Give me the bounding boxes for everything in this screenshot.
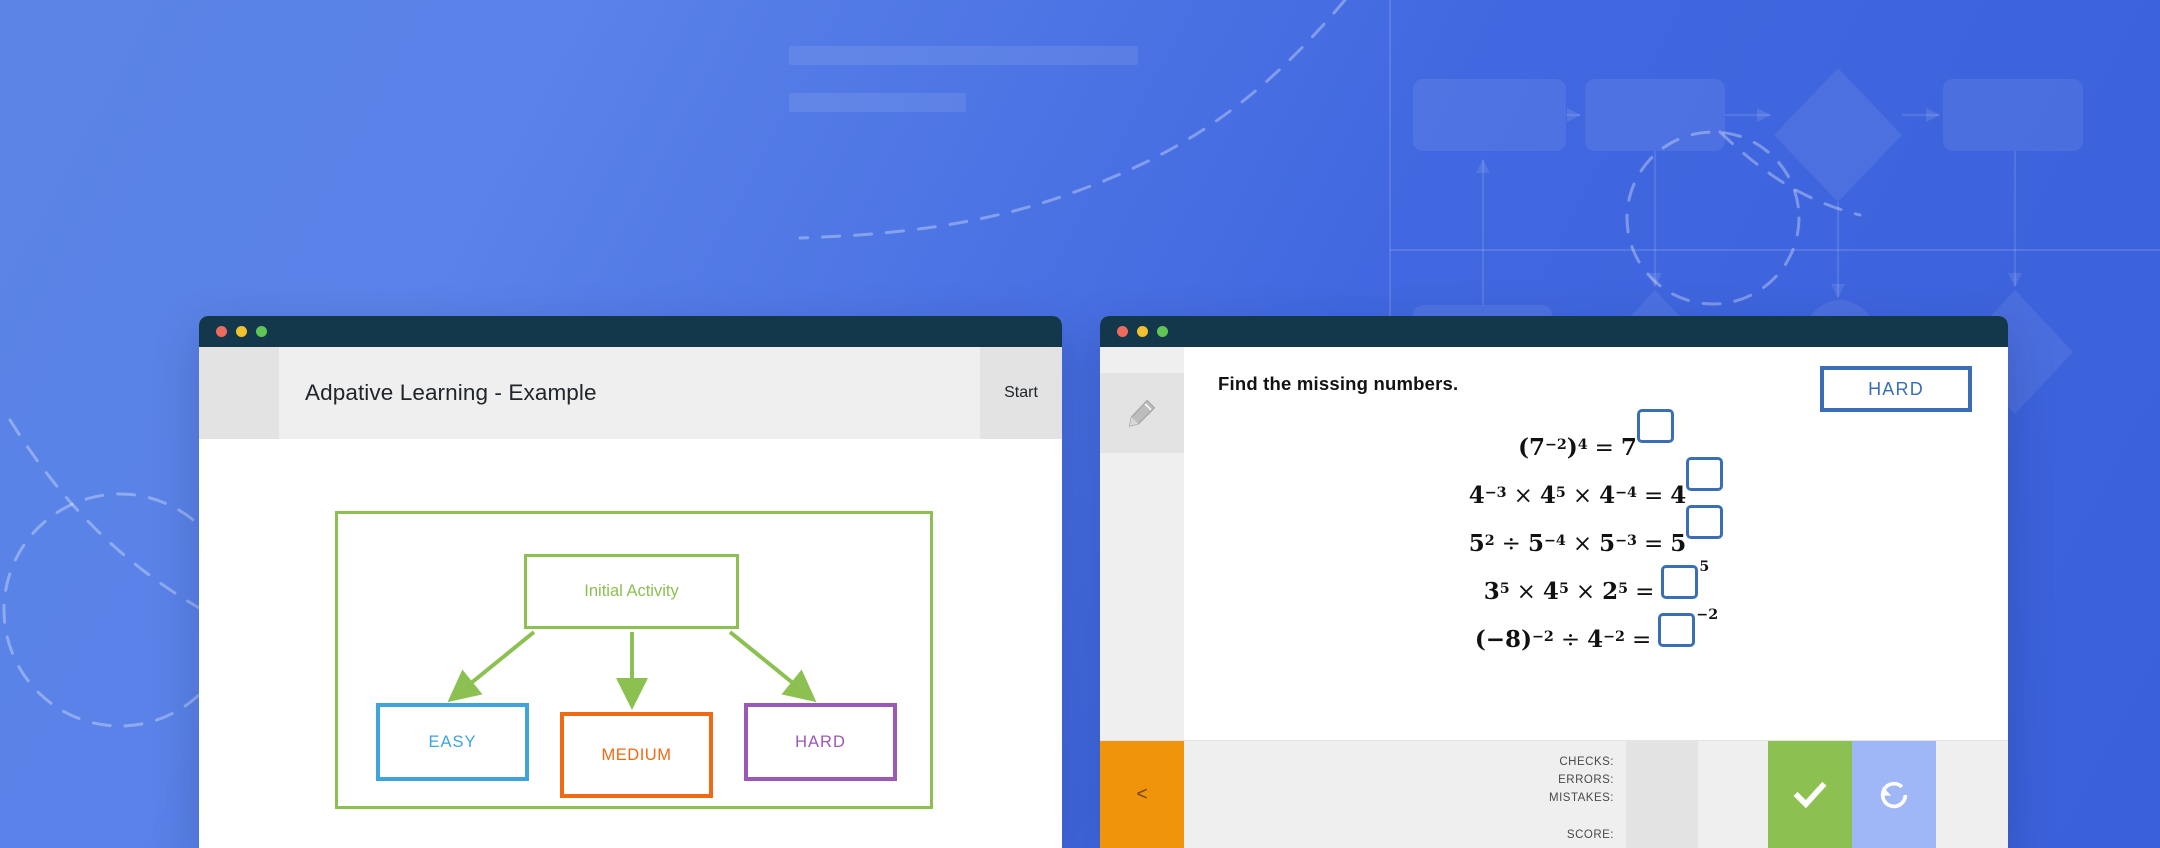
- stat-labels: CHECKS: ERRORS: MISTAKES: SCORE:: [1549, 741, 1614, 848]
- flow-node-hard[interactable]: HARD: [744, 703, 897, 781]
- right-browser-window: Find the missing numbers. HARD (7 −2) 4 = 7…: [1100, 316, 2008, 848]
- start-button[interactable]: Start: [980, 347, 1062, 439]
- mistakes-label: MISTAKES:: [1549, 791, 1614, 804]
- submit-check-button[interactable]: [1768, 741, 1852, 848]
- worksheet-area: Find the missing numbers. HARD (7 −2) 4 = 7…: [1100, 347, 2008, 740]
- equation-row: 5 2 ÷ 5 −4 × 5 −3 = 5: [1386, 505, 1806, 561]
- status-spacer: [1710, 741, 1768, 848]
- worksheet: Find the missing numbers. HARD (7 −2) 4 = 7…: [1184, 347, 2008, 740]
- reset-refresh-button[interactable]: [1852, 741, 1936, 848]
- left-window-body: Initial Activity EASY MEDIUM HARD: [199, 439, 1062, 848]
- equation-list: (7 −2) 4 = 7 4 −3 × 4 5 × 4 −4 = 4 5 2 ÷…: [1218, 409, 1974, 657]
- errors-label: ERRORS:: [1558, 773, 1614, 786]
- answer-blank[interactable]: [1658, 613, 1696, 647]
- score-label: SCORE:: [1566, 829, 1614, 842]
- left-header-rail: [199, 347, 279, 439]
- answer-blank[interactable]: [1686, 457, 1724, 491]
- flow-node-medium-label: MEDIUM: [601, 745, 672, 764]
- answer-blank[interactable]: [1636, 409, 1674, 443]
- left-app-header: Adpative Learning - Example Start: [199, 347, 1062, 439]
- left-window-titlebar: [199, 316, 1062, 347]
- pencil-tool-button[interactable]: [1100, 373, 1184, 453]
- equation-row: (7 −2) 4 = 7: [1386, 409, 1806, 465]
- decor-placeholder-bar-1: [789, 46, 1138, 65]
- page-title: Adpative Learning - Example: [305, 380, 597, 405]
- status-tail: [1936, 741, 2008, 848]
- minimize-icon[interactable]: [1137, 326, 1148, 337]
- minimize-icon[interactable]: [236, 326, 247, 337]
- pencil-icon: [1128, 399, 1156, 427]
- flow-node-easy-label: EASY: [428, 732, 477, 751]
- maximize-icon[interactable]: [256, 326, 267, 337]
- equation-row: (−8) −2 ÷ 4 −2 = −2: [1474, 607, 1719, 653]
- left-header-main: Adpative Learning - Example: [279, 347, 980, 439]
- flow-node-hard-label: HARD: [795, 732, 846, 751]
- answer-blank[interactable]: [1661, 565, 1699, 599]
- right-window-body: Find the missing numbers. HARD (7 −2) 4 = 7…: [1100, 347, 2008, 848]
- close-icon[interactable]: [216, 326, 227, 337]
- check-icon: [1793, 781, 1827, 808]
- equation-row: 3 5 × 4 5 × 2 5 = 5: [1483, 559, 1710, 605]
- stats-zone: CHECKS: ERRORS: MISTAKES: SCORE:: [1184, 741, 1710, 848]
- flow-node-initial[interactable]: Initial Activity: [524, 554, 739, 629]
- flow-node-medium[interactable]: MEDIUM: [560, 712, 713, 798]
- answer-blank[interactable]: [1686, 505, 1724, 539]
- flow-node-easy[interactable]: EASY: [376, 703, 529, 781]
- flowchart-container: Initial Activity EASY MEDIUM HARD: [335, 511, 933, 809]
- back-button[interactable]: <: [1100, 741, 1184, 848]
- right-window-titlebar: [1100, 316, 2008, 347]
- close-icon[interactable]: [1117, 326, 1128, 337]
- left-browser-window: Adpative Learning - Example Start Initia…: [199, 316, 1062, 848]
- flow-node-initial-label: Initial Activity: [584, 582, 679, 601]
- level-badge[interactable]: HARD: [1820, 366, 1972, 412]
- page-root: Adpative Learning - Example Start Initia…: [0, 0, 2160, 848]
- maximize-icon[interactable]: [1157, 326, 1168, 337]
- decor-placeholder-bar-2: [789, 93, 966, 112]
- stat-values-column: [1626, 741, 1698, 848]
- status-bar: < CHECKS: ERRORS: MISTAKES: SCORE:: [1100, 740, 2008, 848]
- refresh-icon: [1880, 781, 1908, 808]
- equation-row: 4 −3 × 4 5 × 4 −4 = 4: [1386, 457, 1806, 513]
- tool-rail: [1100, 347, 1184, 740]
- checks-label: CHECKS:: [1559, 756, 1614, 768]
